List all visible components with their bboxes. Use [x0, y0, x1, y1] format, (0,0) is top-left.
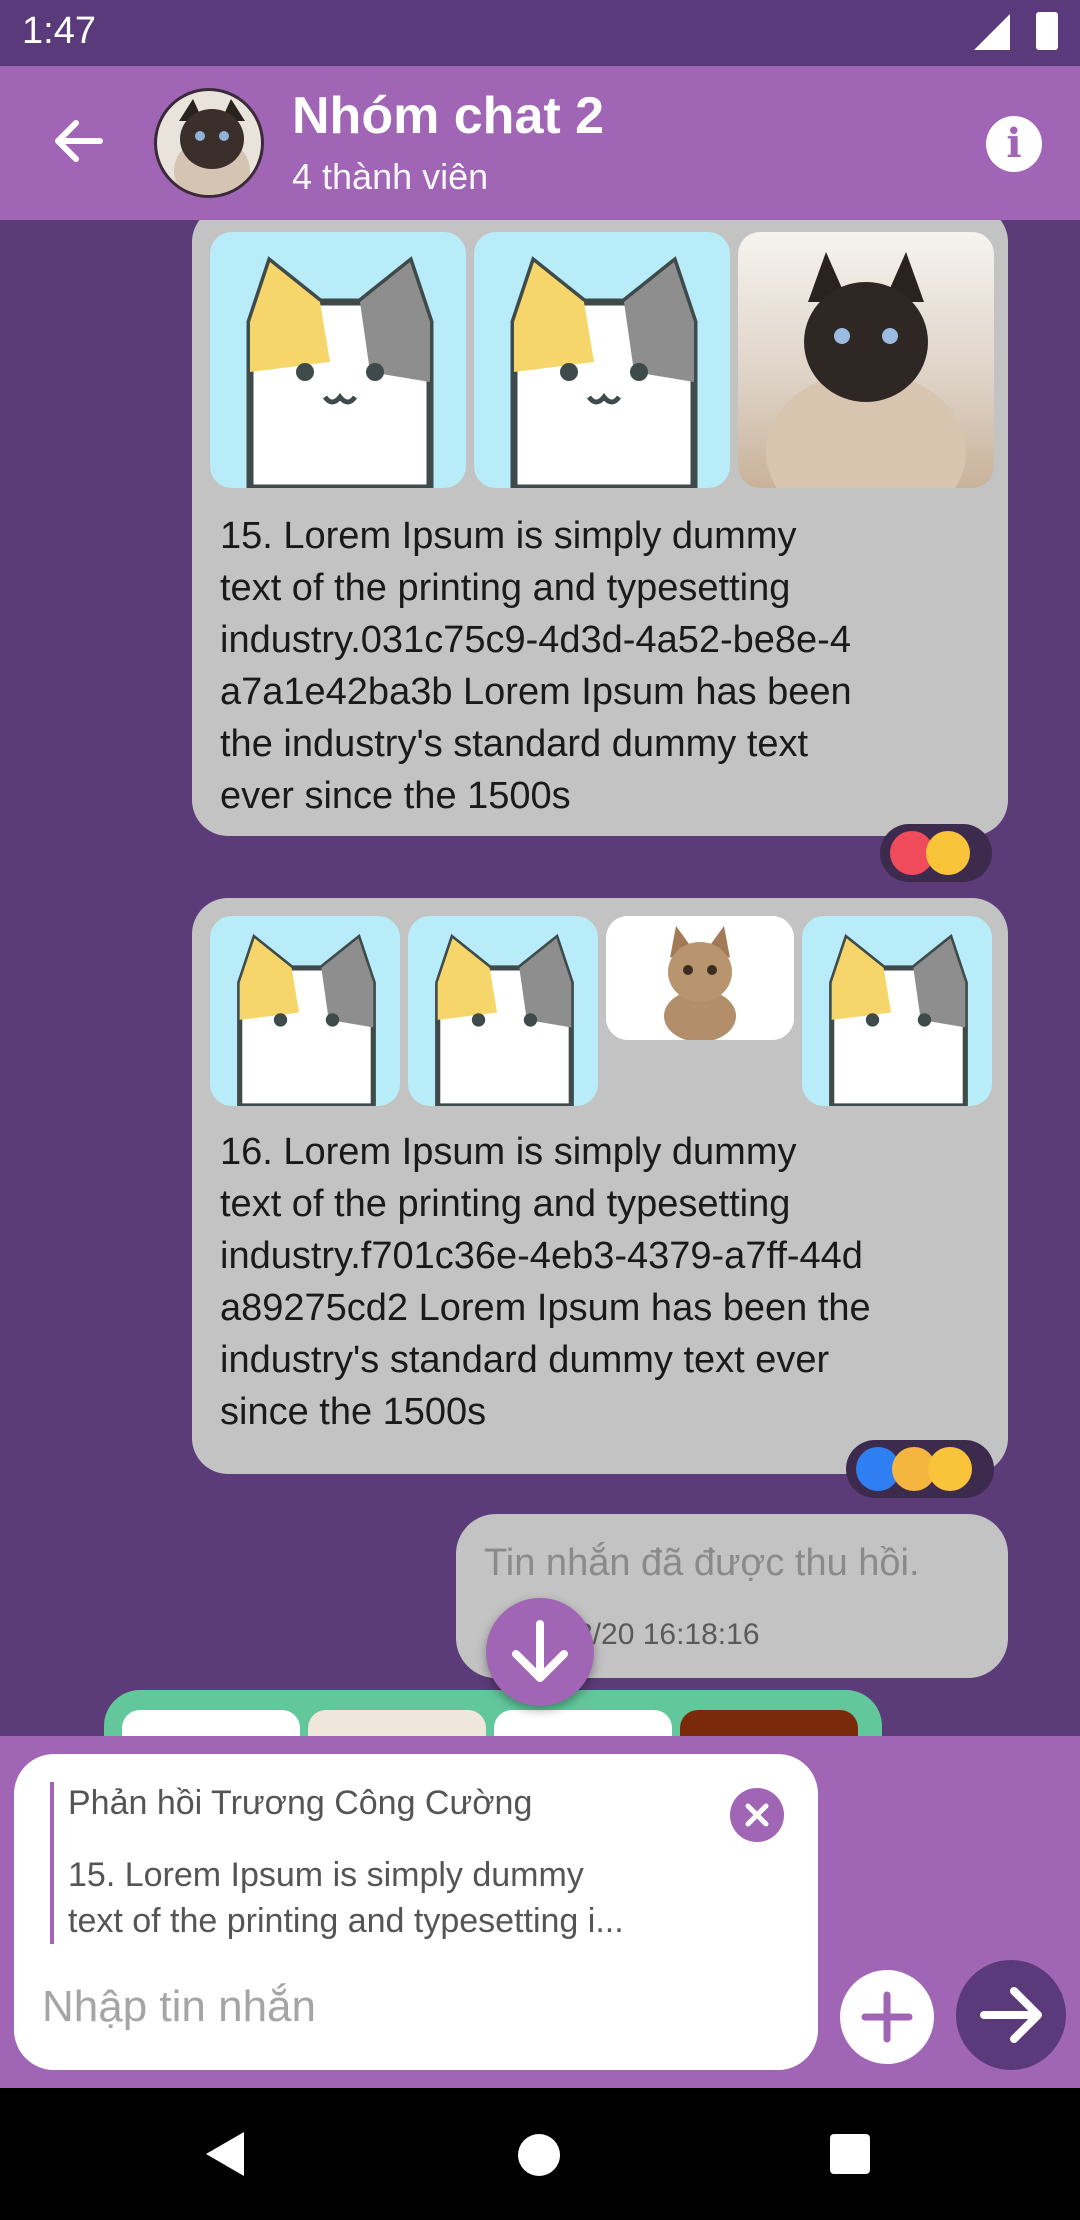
reply-indicator-bar [50, 1782, 54, 1944]
reaction-summary[interactable] [846, 1440, 994, 1498]
message-image-thumb [122, 1710, 300, 1736]
reply-title: Phản hồi Trương Công Cường [68, 1784, 533, 1822]
nav-back-icon[interactable] [206, 2132, 244, 2176]
close-icon [745, 1803, 769, 1827]
battery-icon [1036, 12, 1058, 50]
message-timestamp: 8/20 16:18:16 [576, 1618, 760, 1651]
info-icon[interactable]: i [986, 116, 1042, 172]
message-input[interactable] [42, 1972, 782, 2042]
plus-icon [861, 1991, 913, 2043]
signal-icon [974, 14, 1010, 50]
arrow-down-icon [512, 1620, 568, 1682]
message-image-thumb [494, 1710, 672, 1736]
wow-reaction-icon [928, 1447, 972, 1491]
message-text: 15. Lorem Ipsum is simply dummy text of … [220, 515, 852, 817]
cartoon-cat-image[interactable] [474, 232, 730, 488]
reply-preview-text: 15. Lorem Ipsum is simply dummy text of … [68, 1856, 624, 1940]
cartoon-cat-image[interactable] [210, 232, 466, 488]
add-attachment-button[interactable] [840, 1970, 934, 2064]
cartoon-cat-image[interactable] [802, 916, 992, 1106]
wow-reaction-icon [926, 831, 970, 875]
member-count: 4 thành viên [292, 156, 489, 197]
tabby-cat-image[interactable] [606, 916, 794, 1040]
cartoon-cat-image[interactable] [408, 916, 598, 1106]
reaction-summary[interactable] [880, 824, 992, 882]
send-arrow-icon [980, 1987, 1042, 2043]
group-avatar[interactable] [154, 88, 264, 198]
status-time: 1:47 [22, 10, 96, 52]
message-image-row [210, 916, 992, 1106]
message-text: 16. Lorem Ipsum is simply dummy text of … [220, 1131, 871, 1433]
send-button[interactable] [956, 1960, 1066, 2070]
message-list[interactable]: 15. Lorem Ipsum is simply dummy text of … [0, 220, 1080, 1736]
message-image-thumb [308, 1710, 486, 1736]
nav-home-icon[interactable] [518, 2134, 560, 2176]
system-nav-bar [0, 2088, 1080, 2220]
app-bar: Nhóm chat 2 4 thành viên i [0, 66, 1080, 220]
nav-recents-icon[interactable] [830, 2134, 870, 2174]
message-image-row [210, 232, 994, 488]
siamese-cat-image[interactable] [738, 232, 994, 488]
back-arrow-icon[interactable] [44, 106, 114, 176]
composer-card: Phản hồi Trương Công Cường 15. Lorem Ips… [14, 1754, 818, 2070]
message-image-thumb [680, 1710, 858, 1736]
close-reply-button[interactable] [730, 1788, 784, 1842]
scroll-to-bottom-button[interactable] [486, 1598, 594, 1706]
chat-title: Nhóm chat 2 [292, 87, 605, 145]
cartoon-cat-image[interactable] [210, 916, 400, 1106]
status-bar: 1:47 [0, 0, 1080, 66]
recalled-message-text: Tin nhắn đã được thu hồi. [484, 1542, 920, 1584]
